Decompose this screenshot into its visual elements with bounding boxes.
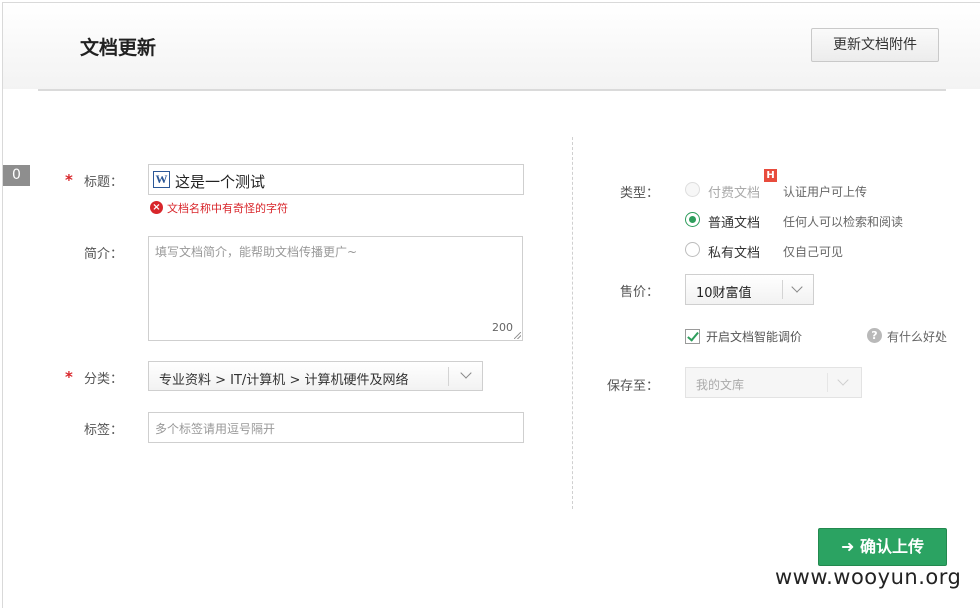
- tags-input[interactable]: 多个标签请用逗号隔开: [148, 412, 524, 443]
- arrow-right-icon: ➜: [841, 537, 855, 556]
- title-input-value: 这是一个测试: [175, 173, 266, 191]
- category-select[interactable]: 专业资料 > IT/计算机 > 计算机硬件及网络: [148, 361, 483, 391]
- side-tab[interactable]: 0: [3, 165, 30, 186]
- option-normal-label: 普通文档: [708, 216, 761, 231]
- required-mark-category: *: [65, 368, 73, 386]
- summary-placeholder: 填写文档简介，能帮助文档传播更广~: [155, 245, 358, 259]
- tags-label: 标签：: [84, 423, 124, 438]
- summary-char-counter: 200: [492, 321, 513, 334]
- radio-normal-document[interactable]: [685, 212, 700, 227]
- chevron-down-icon: [791, 281, 803, 293]
- header-divider: [38, 89, 946, 91]
- column-divider: [572, 137, 573, 509]
- type-label: 类型：: [620, 186, 660, 201]
- update-attachment-button[interactable]: 更新文档附件: [811, 28, 939, 62]
- smart-price-label: 开启文档智能调价: [706, 330, 803, 344]
- option-normal-desc: 任何人可以检索和阅读: [783, 215, 904, 229]
- summary-label: 简介：: [84, 247, 124, 262]
- chevron-down-icon: [460, 367, 472, 379]
- price-label: 售价：: [620, 285, 660, 300]
- watermark: www.wooyun.org: [775, 565, 962, 589]
- confirm-upload-button[interactable]: ➜ 确认上传: [818, 528, 947, 566]
- page-header: 文档更新 更新文档附件: [3, 3, 980, 89]
- required-mark-title: *: [65, 171, 73, 189]
- word-document-icon: W: [153, 171, 170, 188]
- smart-price-checkbox[interactable]: [685, 329, 700, 344]
- save-to-select-value: 我的文库: [696, 378, 745, 392]
- select-divider: [448, 367, 449, 386]
- category-select-value: 专业资料 > IT/计算机 > 计算机硬件及网络: [159, 373, 409, 388]
- help-icon[interactable]: ?: [867, 328, 882, 343]
- hot-badge: H: [764, 169, 777, 182]
- option-paid-label: 付费文档: [708, 186, 761, 201]
- save-to-select[interactable]: 我的文库: [685, 367, 862, 398]
- price-select-value: 10财富值: [696, 286, 752, 301]
- error-icon: ×: [150, 201, 163, 214]
- title-error-message: 文档名称中有奇怪的字符: [167, 202, 288, 215]
- summary-textarea[interactable]: 填写文档简介，能帮助文档传播更广~ 200: [148, 236, 523, 341]
- price-select[interactable]: 10财富值: [685, 274, 814, 305]
- title-label: 标题：: [84, 175, 124, 190]
- tags-placeholder: 多个标签请用逗号隔开: [155, 422, 276, 436]
- select-divider: [782, 280, 783, 299]
- title-input[interactable]: W 这是一个测试: [148, 164, 524, 195]
- category-label: 分类：: [84, 372, 124, 387]
- page-title: 文档更新: [80, 37, 157, 59]
- radio-private-document[interactable]: [685, 242, 700, 257]
- save-to-label: 保存至：: [607, 379, 660, 394]
- chevron-down-icon: [837, 374, 849, 386]
- option-paid-desc: 认证用户可上传: [783, 185, 868, 199]
- select-divider: [827, 373, 828, 392]
- benefits-link[interactable]: 有什么好处: [887, 328, 947, 345]
- resize-grip-icon[interactable]: [514, 332, 521, 339]
- radio-paid-document[interactable]: [685, 182, 700, 197]
- option-private-desc: 仅自己可见: [783, 245, 844, 259]
- confirm-upload-label: 确认上传: [859, 537, 924, 556]
- option-private-label: 私有文档: [708, 246, 761, 261]
